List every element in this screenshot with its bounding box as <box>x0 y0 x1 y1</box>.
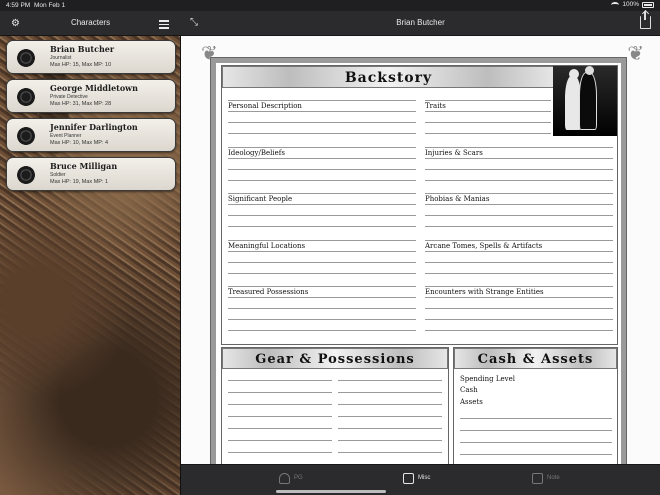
strange-encounters-field[interactable]: Encounters with Strange Entities <box>425 279 613 341</box>
cthulhu-emblem-icon <box>17 166 35 184</box>
assets-field[interactable] <box>460 402 612 464</box>
gear-section: Gear & Possessions <box>221 347 449 464</box>
sidebar-header: ⚙ Characters <box>0 11 181 36</box>
cash-section: Cash & Assets Spending Level Cash Assets <box>453 347 618 464</box>
character-title: Brian Butcher <box>396 18 445 27</box>
ideology-beliefs-field[interactable]: Ideology/Beliefs <box>228 140 416 182</box>
field-label: Traits <box>425 102 448 110</box>
person-icon <box>279 472 290 484</box>
cthulhu-emblem-icon <box>17 49 35 67</box>
character-stats: Max HP: 19, Max MP: 1 <box>50 179 109 185</box>
status-battery: 100% <box>611 1 654 8</box>
tab-bar: PG Misc Note <box>181 464 660 495</box>
cthulhu-emblem-icon <box>17 127 35 145</box>
cash-title: Cash & Assets <box>454 348 617 369</box>
cthulhu-emblem-icon <box>17 88 35 106</box>
field-label: Encounters with Strange Entities <box>425 288 546 296</box>
status-time: 4:59 PM <box>6 2 31 9</box>
field-label: Ideology/Beliefs <box>228 149 287 157</box>
sidebar-title: Characters <box>70 18 111 27</box>
status-bar: 4:59 PM Mon Feb 1 100% <box>0 0 660 11</box>
gear-list-right[interactable] <box>338 374 442 464</box>
character-list: Brian Butcher Journalist Max HP: 15, Max… <box>6 40 176 196</box>
field-label: Significant People <box>228 195 295 203</box>
sidebar: ⚙ Characters Brian Butcher Journalist Ma… <box>0 11 181 495</box>
tab-label: Note <box>547 475 560 481</box>
id-card-icon <box>403 472 414 484</box>
backstory-section: Backstory Personal Description Traits Id… <box>221 65 618 345</box>
arcane-tomes-field[interactable]: Arcane Tomes, Spells & Artifacts <box>425 233 613 275</box>
character-name: Brian Butcher <box>50 44 115 54</box>
character-card[interactable]: Brian Butcher Journalist Max HP: 15, Max… <box>6 40 176 74</box>
character-card[interactable]: Jennifer Darlington Event Planner Max HP… <box>6 118 176 152</box>
character-sheet: ❦ ❦ Backstory Personal Description Trait… <box>181 36 660 464</box>
cash-label: Cash <box>460 386 478 394</box>
character-card[interactable]: George Middletown Private Detective Max … <box>6 79 176 113</box>
gear-list-left[interactable] <box>228 374 332 464</box>
battery-icon <box>642 1 654 8</box>
tab-misc[interactable]: Misc <box>403 471 430 485</box>
wifi-icon <box>611 1 620 8</box>
character-name: George Middletown <box>50 83 138 93</box>
note-icon <box>532 472 543 484</box>
detail-header: ⤡ Brian Butcher <box>181 11 660 36</box>
significant-people-field[interactable]: Significant People <box>228 186 416 228</box>
field-label: Phobias & Manias <box>425 195 492 203</box>
meaningful-locations-field[interactable]: Meaningful Locations <box>228 233 416 275</box>
character-occupation: Journalist <box>50 55 72 61</box>
phobias-manias-field[interactable]: Phobias & Manias <box>425 186 613 228</box>
field-label: Treasured Possessions <box>228 288 311 296</box>
battery-percent: 100% <box>622 1 639 8</box>
field-label: Injuries & Scars <box>425 149 485 157</box>
character-portrait[interactable] <box>553 66 617 136</box>
character-stats: Max HP: 15, Max MP: 10 <box>50 62 112 68</box>
personal-description-field[interactable]: Personal Description <box>228 93 416 135</box>
tab-pg[interactable]: PG <box>279 471 303 485</box>
character-occupation: Soldier <box>50 172 66 178</box>
spending-level-label: Spending Level <box>460 375 515 383</box>
character-name: Jennifer Darlington <box>50 122 138 132</box>
tab-note[interactable]: Note <box>532 471 560 485</box>
app-window: 4:59 PM Mon Feb 1 100% ⚙ Characters Bria… <box>0 0 660 495</box>
injuries-scars-field[interactable]: Injuries & Scars <box>425 140 613 182</box>
tab-label: PG <box>294 475 303 481</box>
menu-icon[interactable] <box>159 20 169 29</box>
treasured-possessions-field[interactable]: Treasured Possessions <box>228 279 416 341</box>
tab-label: Misc <box>418 475 431 481</box>
character-occupation: Event Planner <box>50 133 82 139</box>
status-date: Mon Feb 1 <box>34 2 66 9</box>
field-label: Personal Description <box>228 102 304 110</box>
field-label: Arcane Tomes, Spells & Artifacts <box>425 242 545 250</box>
character-card[interactable]: Bruce Milligan Soldier Max HP: 19, Max M… <box>6 157 176 191</box>
character-occupation: Private Detective <box>50 94 88 100</box>
character-name: Bruce Milligan <box>50 161 118 171</box>
gear-title: Gear & Possessions <box>222 348 448 369</box>
character-stats: Max HP: 31, Max MP: 28 <box>50 101 112 107</box>
share-icon[interactable] <box>640 11 651 29</box>
home-indicator[interactable] <box>276 490 386 493</box>
backstory-title: Backstory <box>222 66 555 88</box>
traits-field[interactable]: Traits <box>425 93 551 135</box>
character-stats: Max HP: 10, Max MP: 4 <box>50 140 109 146</box>
field-label: Meaningful Locations <box>228 242 308 250</box>
